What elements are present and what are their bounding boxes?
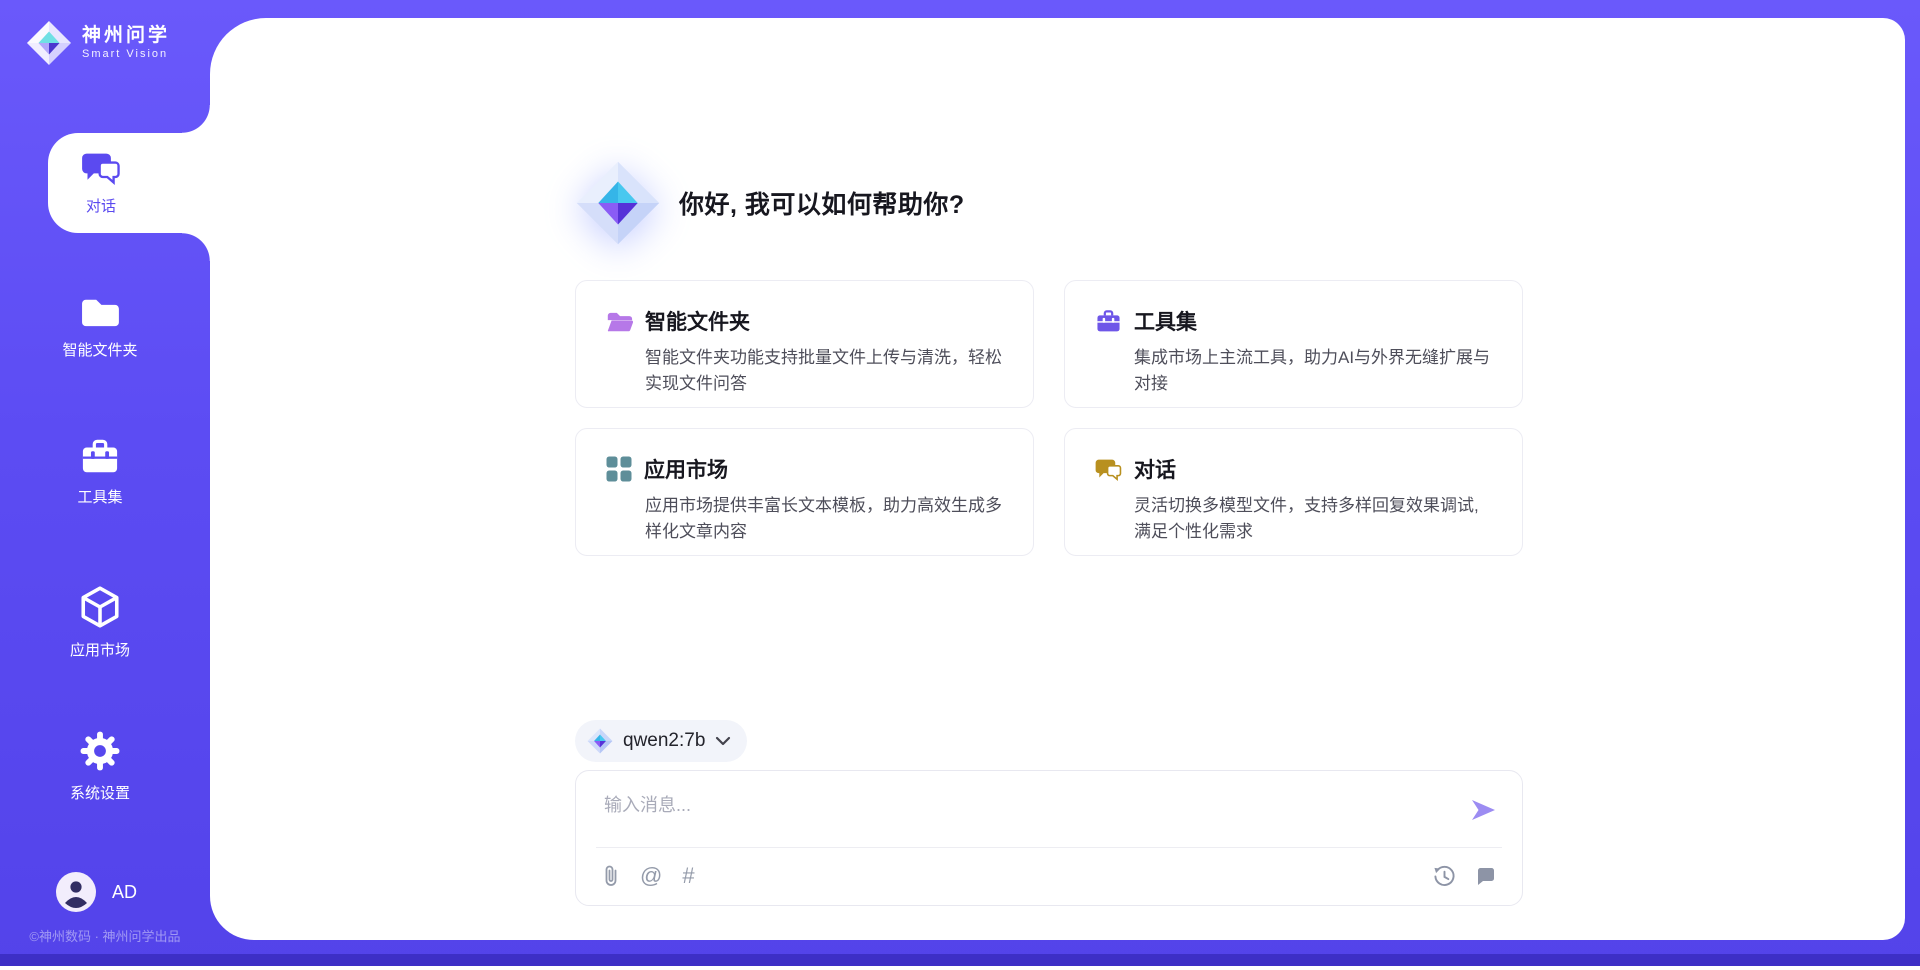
message-composer: @ # [575,770,1523,906]
composer-toolbar: @ # [602,847,1496,905]
chat-bubble-icon[interactable] [1476,866,1496,886]
app-logo: 神州问学 Smart Vision [26,20,170,66]
sidebar: 神州问学 Smart Vision 对话 智能文件夹 [0,0,210,970]
card-description: 灵活切换多模型文件，支持多样回复效果调试,满足个性化需求 [1134,493,1494,545]
sidebar-item-label: 应用市场 [70,639,130,660]
card-title: 工具集 [1134,306,1197,336]
brand-diamond-icon [575,160,661,246]
briefcase-icon [79,438,121,476]
chevron-down-icon [715,736,731,746]
card-smart-folder[interactable]: 智能文件夹 智能文件夹功能支持批量文件上传与清洗，轻松实现文件问答 [575,280,1034,408]
card-description: 集成市场上主流工具，助力AI与外界无缝扩展与对接 [1134,345,1494,397]
gear-icon [79,730,121,772]
card-title: 对话 [1134,454,1176,484]
sidebar-item-label: 对话 [86,195,116,216]
folder-open-icon [606,309,633,333]
folder-icon [79,295,121,329]
app-window: 神州问学 Smart Vision 对话 智能文件夹 [0,0,1920,970]
chat-bubbles-icon [1095,457,1122,482]
sidebar-item-label: 系统设置 [70,782,130,803]
send-icon[interactable] [1468,795,1498,825]
message-input[interactable] [602,789,1446,845]
greeting-block: 你好, 我可以如何帮助你? [575,18,1523,246]
brand-diamond-icon [587,728,613,754]
sidebar-item-settings[interactable]: 系统设置 [0,730,200,803]
topic-hash-icon[interactable]: # [682,865,694,887]
user-account[interactable]: AD [56,872,137,912]
brand-diamond-icon [26,20,72,66]
main-content: 你好, 我可以如何帮助你? 智能文件夹 智能文件夹功能支持批量文件上传与清洗，轻… [210,18,1905,940]
app-tagline: Smart Vision [82,47,170,61]
sidebar-item-label: 工具集 [77,486,122,507]
window-bottom-edge [0,966,1920,970]
window-bottom-bar [0,954,1920,966]
app-name: 神州问学 [82,25,170,47]
app-grid-icon [606,456,632,482]
card-app-market[interactable]: 应用市场 应用市场提供丰富长文本模板，助力高效生成多样化文章内容 [575,428,1034,556]
toolbox-icon [1095,309,1122,334]
sidebar-item-smart-folder[interactable]: 智能文件夹 [0,295,200,360]
cube-icon [79,585,121,629]
sidebar-footer: ©神州数码 · 神州问学出品 [0,926,210,945]
sidebar-item-toolkit[interactable]: 工具集 [0,438,200,507]
card-description: 应用市场提供丰富长文本模板，助力高效生成多样化文章内容 [645,493,1005,545]
card-title: 智能文件夹 [645,306,750,336]
sidebar-item-app-market[interactable]: 应用市场 [0,585,200,660]
user-name: AD [112,882,137,903]
sidebar-item-chat[interactable]: 对话 [48,133,210,233]
greeting-text: 你好, 我可以如何帮助你? [679,185,965,221]
feature-cards: 智能文件夹 智能文件夹功能支持批量文件上传与清洗，轻松实现文件问答 工具 [575,280,1523,556]
avatar [56,872,96,912]
chat-bubbles-icon [81,150,121,186]
card-toolkit[interactable]: 工具集 集成市场上主流工具，助力AI与外界无缝扩展与对接 [1064,280,1523,408]
model-selector[interactable]: qwen2:7b [575,720,747,762]
mention-icon[interactable]: @ [640,865,662,887]
attach-file-icon[interactable] [602,864,620,888]
sidebar-item-label: 智能文件夹 [62,339,137,360]
history-icon[interactable] [1433,865,1456,888]
card-description: 智能文件夹功能支持批量文件上传与清洗，轻松实现文件问答 [645,345,1005,397]
card-title: 应用市场 [644,454,728,484]
card-chat[interactable]: 对话 灵活切换多模型文件，支持多样回复效果调试,满足个性化需求 [1064,428,1523,556]
model-name: qwen2:7b [623,730,705,752]
